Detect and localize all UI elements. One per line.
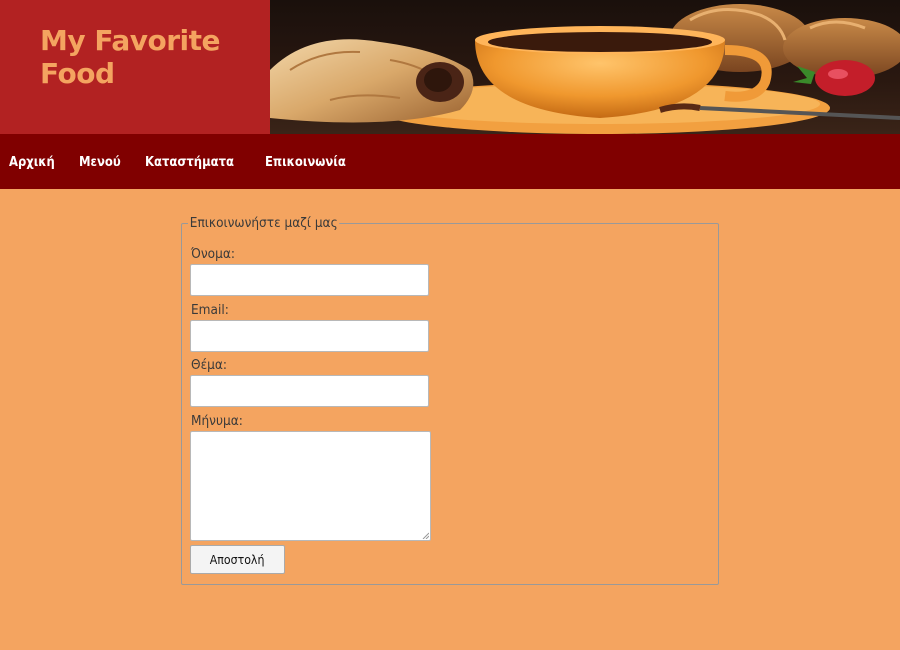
contact-form-legend: Επικοινωνήστε μαζί μας — [188, 215, 340, 231]
message-label: Μήνυμα: — [191, 413, 243, 429]
name-label: Όνομα: — [191, 246, 235, 262]
nav-list: Αρχική Μενού Καταστήματα Επικοινωνία — [9, 154, 376, 170]
site-title: My Favorite Food — [40, 24, 221, 90]
nav-item-stores[interactable]: Καταστήματα — [145, 154, 234, 170]
nav-item-menu[interactable]: Μενού — [79, 154, 121, 170]
email-input[interactable] — [190, 320, 429, 352]
email-label: Email: — [191, 302, 229, 318]
nav-item-contact[interactable]: Επικοινωνία — [265, 154, 346, 170]
nav-item-home[interactable]: Αρχική — [9, 154, 55, 170]
site-header: My Favorite Food — [0, 0, 900, 134]
resize-handle-icon[interactable] — [422, 532, 429, 539]
subject-input[interactable] — [190, 375, 429, 407]
banner-image — [270, 0, 900, 134]
submit-button[interactable]: Αποστολή — [190, 545, 285, 574]
message-textarea[interactable] — [190, 431, 431, 541]
submit-button-label: Αποστολή — [210, 552, 265, 567]
main-nav: Αρχική Μενού Καταστήματα Επικοινωνία — [0, 134, 900, 189]
subject-label: Θέμα: — [191, 357, 227, 373]
brand-panel: My Favorite Food — [0, 0, 270, 134]
coffee-croissant-illustration — [270, 4, 900, 134]
name-input[interactable] — [190, 264, 429, 296]
